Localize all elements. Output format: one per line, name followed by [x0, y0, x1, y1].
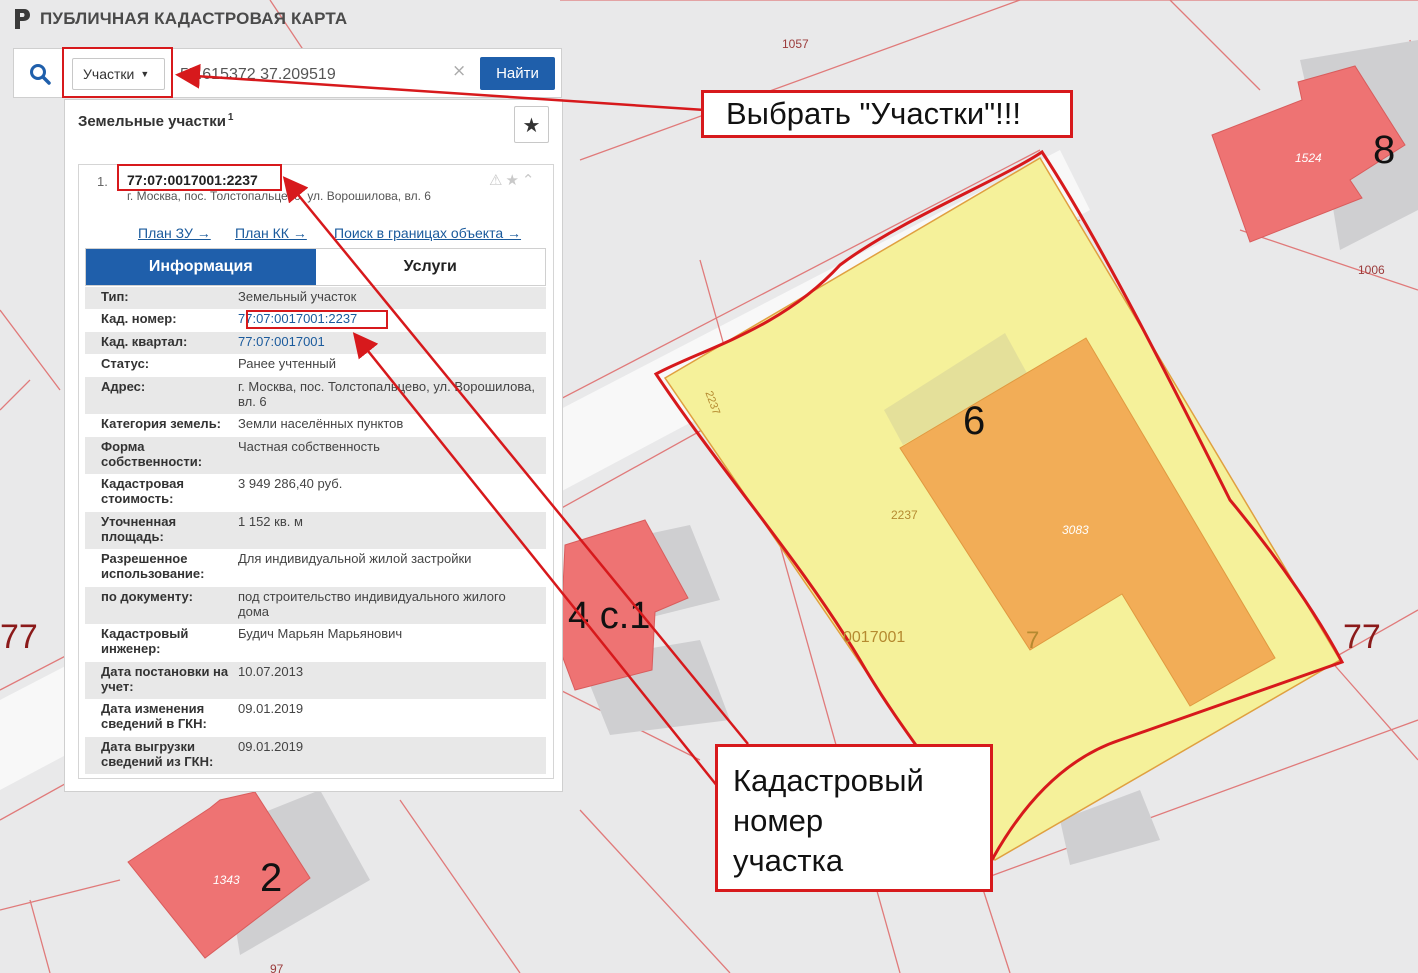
- info-value: г. Москва, пос. Толстопальцево, ул. Воро…: [238, 379, 535, 409]
- info-tabs: Информация Услуги: [85, 248, 546, 286]
- info-value: Будич Марьян Марьянович: [238, 626, 403, 641]
- house-number-2: 2: [260, 856, 282, 900]
- item-index: 1.: [97, 174, 108, 189]
- result-panel: Земельные участки 1 ★ 1. 77:07:0017001:22…: [64, 99, 563, 792]
- star-icon: ★: [522, 112, 541, 137]
- item-address: г. Москва, пос. Толстопальцево, ул. Воро…: [127, 189, 431, 203]
- info-row-status: Статус: Ранее учтенный: [85, 354, 546, 377]
- info-label: Кад. квартал:: [101, 334, 188, 349]
- info-row-type: Тип: Земельный участок: [85, 287, 546, 309]
- app-title: ПУБЛИЧНАЯ КАДАСТРОВАЯ КАРТА: [40, 9, 348, 28]
- info-row-change-date: Дата изменения сведений в ГКН: 09.01.2019: [85, 699, 546, 737]
- house-number-7: 7: [1026, 627, 1039, 654]
- region-label-77-left: 77: [0, 618, 38, 656]
- panel-heading-text: Земельные участки: [78, 113, 226, 130]
- info-row-ownership: Форма собственности: Частная собственност…: [85, 437, 546, 474]
- clear-icon[interactable]: ×: [452, 61, 466, 81]
- info-label: Дата изменения сведений в ГКН:: [101, 701, 207, 731]
- info-value: под строительство индивидуального жилого…: [238, 589, 506, 619]
- info-row-permitted-use: Разрешенное использование: Для индивидуал…: [85, 549, 546, 587]
- callout-line: участка: [733, 843, 844, 878]
- result-count: 1: [227, 112, 234, 123]
- link-plan-zu[interactable]: План ЗУ →: [138, 225, 211, 241]
- info-row-by-document: по документу: под строительство индивидуа…: [85, 587, 546, 624]
- info-value: 3 949 286,40 руб.: [238, 476, 343, 491]
- rosreestr-logo-icon[interactable]: [12, 7, 32, 31]
- info-row-cad-value: Кадастровая стоимость: 3 949 286,40 руб.: [85, 474, 546, 512]
- map-label-1006: 1006: [1358, 263, 1385, 277]
- card-action-icons[interactable]: ⚠★⌃: [489, 171, 537, 189]
- search-input[interactable]: [178, 59, 472, 91]
- info-value: Частная собственность: [238, 439, 380, 454]
- link-search-in-bounds[interactable]: Поиск в границах объекта →: [334, 225, 521, 241]
- callout-select-plots: Выбрать "Участки"!!!: [701, 90, 1073, 138]
- house-number-4c1: 4 с.1: [568, 595, 650, 637]
- info-label: Категория земель:: [101, 416, 222, 431]
- info-value: Земли населённых пунктов: [238, 416, 404, 431]
- callout-line: номер: [733, 803, 824, 838]
- info-label: Кадастровый инженер:: [101, 626, 189, 656]
- annotation-box-cad-title: [117, 164, 282, 191]
- search-icon[interactable]: [28, 62, 52, 86]
- info-label: Дата постановки на учет:: [101, 664, 229, 694]
- favorite-button[interactable]: ★: [514, 106, 549, 143]
- annotation-box-search-type: [62, 47, 173, 98]
- map-label-1057: 1057: [782, 37, 809, 51]
- parcel-label-2237: 2237: [891, 508, 918, 522]
- callout-line: Кадастровый: [733, 763, 924, 798]
- info-row-address: Адрес: г. Москва, пос. Толстопальцево, ул…: [85, 377, 546, 414]
- link-plan-kk[interactable]: План КК →: [235, 225, 307, 241]
- building-label-3083: 3083: [1062, 523, 1089, 537]
- info-value: 09.01.2019: [238, 739, 304, 754]
- info-label: Уточненная площадь:: [101, 514, 177, 544]
- info-value: 09.01.2019: [238, 701, 304, 716]
- info-label: Кад. номер:: [101, 311, 177, 326]
- app-header: ПУБЛИЧНАЯ КАДАСТРОВАЯ КАРТА: [12, 6, 347, 32]
- info-row-cad-quarter: Кад. квартал: 77:07:0017001: [85, 332, 546, 354]
- map-label-1343: 1343: [213, 873, 240, 887]
- info-row-registration-date: Дата постановки на учет: 10.07.2013: [85, 662, 546, 699]
- info-label: Адрес:: [101, 379, 146, 394]
- info-label: Тип:: [101, 289, 129, 304]
- callout-cadastral-number: Кадастровый номер участка: [715, 744, 993, 892]
- tab-information[interactable]: Информация: [86, 249, 316, 285]
- info-row-export-date: Дата выгрузки сведений из ГКН: 09.01.2019: [85, 737, 546, 774]
- find-button[interactable]: Найти: [480, 57, 555, 90]
- info-row-land-category: Категория земель: Земли населённых пункто…: [85, 414, 546, 437]
- tab-services[interactable]: Услуги: [315, 249, 545, 285]
- annotation-box-cad-value: [246, 310, 388, 329]
- info-value: 10.07.2013: [238, 664, 304, 679]
- info-value: Земельный участок: [238, 289, 357, 304]
- info-label: по документу:: [101, 589, 193, 604]
- info-label: Статус:: [101, 356, 150, 371]
- info-value-link[interactable]: 77:07:0017001: [238, 334, 546, 352]
- map-label-97: 97: [270, 962, 284, 973]
- panel-heading: Земельные участки 1: [78, 112, 233, 130]
- info-label: Дата выгрузки сведений из ГКН:: [101, 739, 214, 769]
- info-value: Ранее учтенный: [238, 356, 336, 371]
- info-label: Кадастровая стоимость:: [101, 476, 184, 506]
- info-table: Тип: Земельный участок Кад. номер: 77:07:0…: [85, 287, 546, 774]
- house-number-8: 8: [1373, 128, 1395, 172]
- quarter-label: 0017001: [843, 629, 905, 646]
- info-value: Для индивидуальной жилой застройки: [238, 551, 472, 566]
- info-row-engineer: Кадастровый инженер: Будич Марьян Марьяно…: [85, 624, 546, 662]
- region-label-77-right: 77: [1343, 618, 1381, 656]
- map-label-1524: 1524: [1295, 151, 1322, 165]
- house-number-6: 6: [963, 399, 985, 443]
- info-label: Форма собственности:: [101, 439, 203, 469]
- info-label: Разрешенное использование:: [101, 551, 205, 581]
- info-value: 1 152 кв. м: [238, 514, 303, 529]
- info-row-area: Уточненная площадь: 1 152 кв. м: [85, 512, 546, 549]
- result-card: 1. 77:07:0017001:2237 ⚠★⌃ г. Москва, пос…: [78, 164, 554, 779]
